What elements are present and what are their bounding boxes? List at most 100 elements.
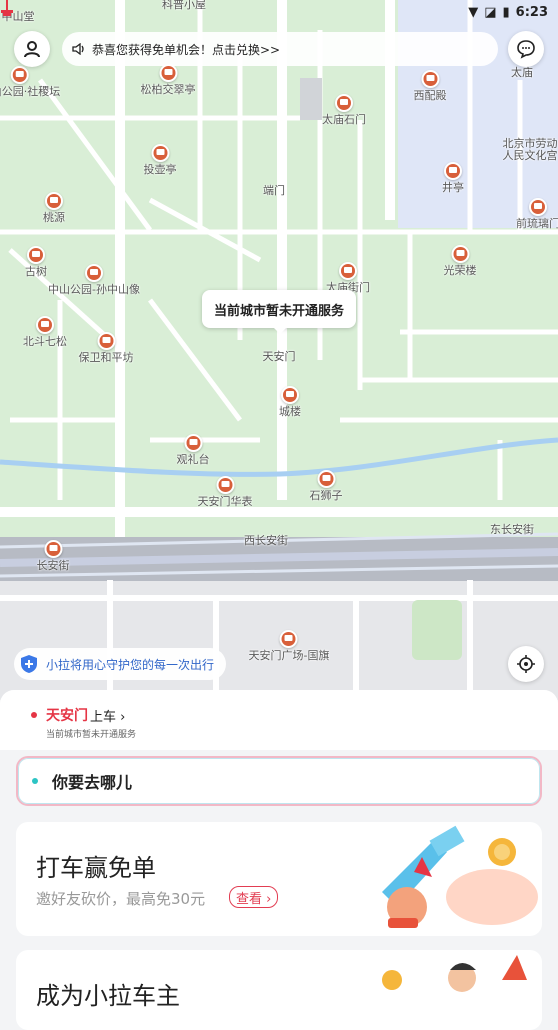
- map-poi[interactable]: 城楼: [279, 386, 301, 418]
- promo-card-driver[interactable]: 成为小拉车主: [16, 950, 542, 1030]
- landmark-pin-icon: [44, 540, 62, 558]
- map-poi[interactable]: 光荣楼: [444, 245, 477, 277]
- map-label-east-changan: 东长安街: [490, 523, 534, 536]
- poi-label: 前琉璃门: [516, 217, 558, 230]
- map-poi[interactable]: 保卫和平坊: [79, 332, 134, 364]
- map-label-kepu: 科普小屋: [162, 0, 206, 11]
- shield-icon: [21, 655, 37, 673]
- landmark-pin-icon: [451, 245, 469, 263]
- poi-label: 太庙石门: [322, 113, 366, 126]
- map-poi[interactable]: 天安门华表: [198, 476, 253, 508]
- message-button[interactable]: [508, 31, 544, 67]
- map-poi[interactable]: 古树: [25, 246, 47, 278]
- poi-label: 石狮子: [309, 489, 343, 502]
- landmark-pin-icon: [529, 198, 547, 216]
- map-poi[interactable]: 中山公园·社稷坛: [0, 66, 60, 98]
- poi-label: 光荣楼: [443, 264, 477, 277]
- map-label-labor-palace: 北京市劳动人民文化宫: [502, 137, 558, 162]
- map-poi[interactable]: 石狮子: [310, 470, 343, 502]
- poi-label: 城楼: [279, 405, 301, 418]
- map-view[interactable]: 中山堂 科普小屋 太庙 北京市劳动人民文化宫 端门 西长安街 东长安街 中山公园…: [0, 0, 558, 700]
- status-bar: ▼ ◪ ▮ 6:23: [468, 2, 548, 22]
- map-poi[interactable]: 前琉璃门: [516, 198, 558, 230]
- promo-illustration-icon: [382, 825, 538, 928]
- poi-label: 井亭: [442, 181, 464, 194]
- poi-label: 保卫和平坊: [78, 351, 134, 364]
- destination-input[interactable]: 你要去哪儿: [16, 756, 542, 806]
- map-label-west-changan: 西长安街: [244, 534, 288, 547]
- landmark-pin-icon: [184, 434, 202, 452]
- landmark-pin-icon: [444, 162, 462, 180]
- poi-label: 观礼台: [176, 453, 210, 466]
- chat-icon: [517, 40, 535, 59]
- status-time: 6:23: [515, 4, 548, 20]
- poi-label: 投壶亭: [143, 163, 177, 176]
- safety-banner[interactable]: 小拉将用心守护您的每一次出行: [14, 648, 227, 680]
- poi-label: 松柏交翠亭: [140, 83, 196, 96]
- crosshair-icon: [517, 655, 535, 673]
- map-poi[interactable]: 天安门广场-国旗: [248, 630, 330, 662]
- map-poi[interactable]: 观礼台: [177, 434, 210, 466]
- poi-label: 天安门华表: [197, 495, 253, 508]
- pickup-row[interactable]: 天安门 上车 › 当前城市暂未开通服务: [0, 690, 558, 750]
- map-poi[interactable]: 长安街: [37, 540, 70, 572]
- profile-button[interactable]: [14, 31, 50, 67]
- service-unavailable-bubble: 当前城市暂未开通服务: [202, 290, 356, 334]
- promo-title: 打车赢免单: [36, 854, 156, 882]
- map-poi[interactable]: 井亭: [442, 162, 464, 194]
- speaker-icon: [72, 43, 84, 55]
- landmark-pin-icon: [280, 630, 298, 648]
- bottom-sheet: 天安门 上车 › 当前城市暂未开通服务 你要去哪儿 打车赢免单 邀好友砍价，最高…: [0, 690, 558, 1030]
- landmark-pin-icon: [421, 70, 439, 88]
- poi-label: 天安门广场-国旗: [248, 649, 330, 662]
- wifi-icon: ▼: [468, 4, 479, 20]
- promo2-title: 成为小拉车主: [36, 982, 180, 1010]
- landmark-pin-icon: [151, 144, 169, 162]
- battery-icon: ▮: [502, 4, 510, 20]
- poi-label: 中山公园·社稷坛: [0, 85, 61, 98]
- signal-icon: ◪: [484, 4, 497, 20]
- map-label-duanmen: 端门: [263, 184, 285, 197]
- user-icon: [24, 41, 40, 58]
- poi-label: 古树: [25, 265, 47, 278]
- pickup-suffix: 上车 ›: [90, 710, 126, 725]
- poi-label: 西配殿: [413, 89, 447, 102]
- pickup-subtext: 当前城市暂未开通服务: [46, 730, 137, 740]
- map-poi[interactable]: 西配殿: [414, 70, 447, 102]
- notice-text: 恭喜您获得免单机会！点击兑换>>: [92, 42, 281, 57]
- promo-view-button[interactable]: 查看 ›: [229, 886, 279, 908]
- pickup-dot: [31, 712, 37, 718]
- promo-notice-bar[interactable]: 恭喜您获得免单机会！点击兑换>>: [62, 32, 498, 66]
- landmark-pin-icon: [27, 246, 45, 264]
- poi-label: 桃源: [43, 211, 65, 224]
- map-poi[interactable]: 中山公园-孙中山像: [48, 264, 140, 296]
- landmark-pin-icon: [11, 66, 29, 84]
- map-poi[interactable]: 桃源: [43, 192, 65, 224]
- map-poi[interactable]: 北斗七松: [23, 316, 67, 348]
- pickup-marker-label: 天安门: [262, 350, 296, 363]
- poi-label: 长安街: [36, 559, 70, 572]
- landmark-pin-icon: [97, 332, 115, 350]
- destination-dot: [32, 778, 38, 784]
- landmark-pin-icon: [159, 64, 177, 82]
- map-poi[interactable]: 太庙石门: [322, 94, 366, 126]
- pickup-marker-icon: [1, 0, 13, 16]
- locate-button[interactable]: [508, 646, 544, 682]
- map-poi[interactable]: 松柏交翠亭: [141, 64, 196, 96]
- poi-label: 中山公园-孙中山像: [48, 283, 140, 296]
- landmark-pin-icon: [281, 386, 299, 404]
- map-poi[interactable]: 投壶亭: [144, 144, 177, 176]
- landmark-pin-icon: [335, 94, 353, 112]
- landmark-pin-icon: [339, 262, 357, 280]
- landmark-pin-icon: [216, 476, 234, 494]
- promo-card-free-ride[interactable]: 打车赢免单 邀好友砍价，最高免30元 查看 ›: [16, 822, 542, 936]
- landmark-pin-icon: [45, 192, 63, 210]
- landmark-pin-icon: [317, 470, 335, 488]
- driver-illustration-icon: [382, 955, 527, 992]
- destination-placeholder: 你要去哪儿: [52, 773, 133, 792]
- poi-label: 北斗七松: [23, 335, 67, 348]
- safety-text: 小拉将用心守护您的每一次出行: [46, 657, 215, 672]
- pickup-location: 天安门: [46, 708, 88, 724]
- promo-subtitle: 邀好友砍价，最高免30元: [36, 890, 206, 908]
- landmark-pin-icon: [85, 264, 103, 282]
